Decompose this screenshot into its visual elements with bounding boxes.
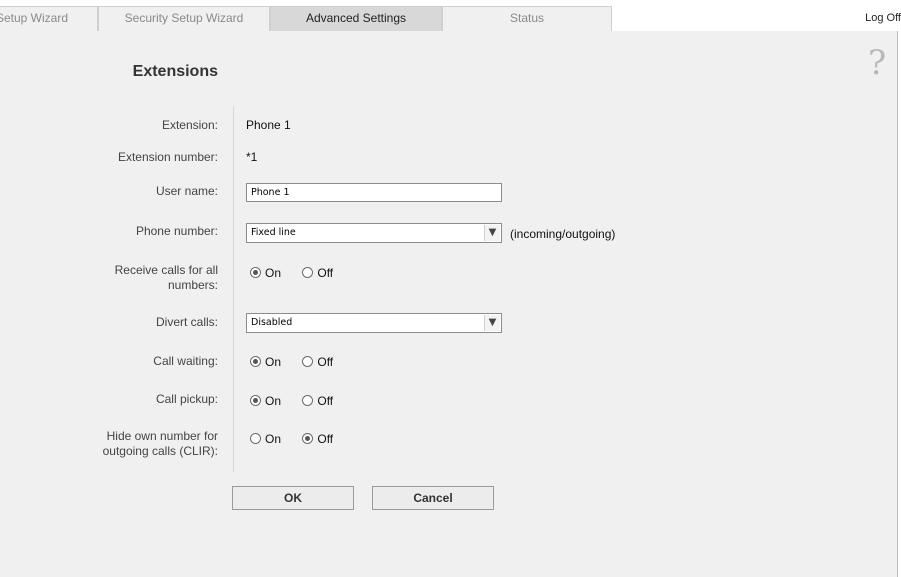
call-pickup-label: Call pickup: (155, 392, 218, 406)
call-waiting-on-label: On (265, 354, 282, 369)
clir-off-label: Off (317, 431, 334, 446)
tab-security-setup-wizard-label: Security Setup Wizard (124, 11, 244, 25)
radio-checked-icon[interactable] (250, 394, 261, 406)
call-pickup-on-label: On (265, 393, 282, 408)
cancel-button[interactable]: Cancel (372, 486, 494, 510)
receive-calls-label-line2: numbers: (167, 278, 218, 292)
tab-setup-wizard[interactable]: Setup Wizard (0, 6, 98, 31)
tab-setup-wizard-label: Setup Wizard (0, 11, 69, 25)
radio-unchecked-icon[interactable] (302, 355, 314, 367)
receive-calls-label: Receive calls for all numbers: (0, 263, 218, 293)
call-pickup-on-option[interactable]: On (250, 394, 281, 408)
clir-label-line1: Hide own number for (106, 429, 218, 443)
tab-status[interactable]: Status (442, 6, 612, 31)
column-divider (233, 106, 234, 472)
clir-label-line2: outgoing calls (CLIR): (102, 444, 218, 458)
call-pickup-radio-group: On Off (250, 393, 351, 409)
log-off-link[interactable]: Log Off (865, 12, 901, 24)
chevron-down-icon: ▼ (484, 225, 500, 241)
tab-status-label: Status (509, 11, 545, 25)
divert-calls-selected-value: Disabled (251, 317, 293, 328)
call-pickup-off-option[interactable]: Off (302, 394, 333, 408)
chevron-down-icon: ▼ (484, 315, 500, 331)
radio-checked-icon[interactable] (302, 432, 314, 444)
clir-radio-group: On Off (250, 431, 351, 447)
radio-unchecked-icon[interactable] (250, 432, 261, 444)
page-title: Extensions (132, 63, 218, 80)
extension-label: Extension: (161, 118, 218, 132)
help-icon[interactable]: ? (868, 44, 886, 82)
phone-number-label: Phone number: (135, 224, 218, 238)
tab-security-setup-wizard[interactable]: Security Setup Wizard (98, 6, 270, 31)
extension-value: Phone 1 (246, 118, 291, 132)
clir-off-option[interactable]: Off (302, 432, 333, 446)
radio-unchecked-icon[interactable] (302, 394, 314, 406)
tab-advanced-settings[interactable]: Advanced Settings (270, 6, 442, 33)
clir-on-option[interactable]: On (250, 432, 281, 446)
phone-number-suffix: (incoming/outgoing) (510, 227, 616, 241)
ok-button[interactable]: OK (232, 486, 354, 510)
call-waiting-on-option[interactable]: On (250, 355, 281, 369)
divert-calls-label: Divert calls: (155, 315, 218, 329)
radio-unchecked-icon[interactable] (302, 266, 314, 278)
call-pickup-off-label: Off (317, 393, 334, 408)
receive-calls-off-option[interactable]: Off (302, 266, 333, 280)
call-waiting-label: Call waiting: (153, 354, 218, 368)
clir-on-label: On (265, 431, 282, 446)
radio-checked-icon[interactable] (250, 266, 261, 278)
receive-calls-radio-group: On Off (250, 265, 351, 281)
radio-checked-icon[interactable] (250, 355, 261, 367)
tab-advanced-settings-label: Advanced Settings (305, 11, 407, 25)
call-waiting-off-label: Off (317, 354, 334, 369)
phone-number-select[interactable]: Fixed line ▼ (246, 223, 502, 243)
user-name-input[interactable]: Phone 1 (246, 183, 502, 202)
receive-calls-label-line1: Receive calls for all (114, 263, 218, 277)
call-waiting-radio-group: On Off (250, 354, 351, 370)
clir-label: Hide own number for outgoing calls (CLIR… (0, 429, 218, 459)
user-name-label: User name: (155, 184, 218, 198)
receive-calls-on-option[interactable]: On (250, 266, 281, 280)
receive-calls-on-label: On (265, 265, 282, 280)
receive-calls-off-label: Off (317, 265, 334, 280)
call-waiting-off-option[interactable]: Off (302, 355, 333, 369)
extension-number-value: *1 (246, 150, 258, 164)
extension-number-label: Extension number: (117, 150, 218, 164)
phone-number-selected-value: Fixed line (251, 227, 296, 238)
divert-calls-select[interactable]: Disabled ▼ (246, 313, 502, 333)
